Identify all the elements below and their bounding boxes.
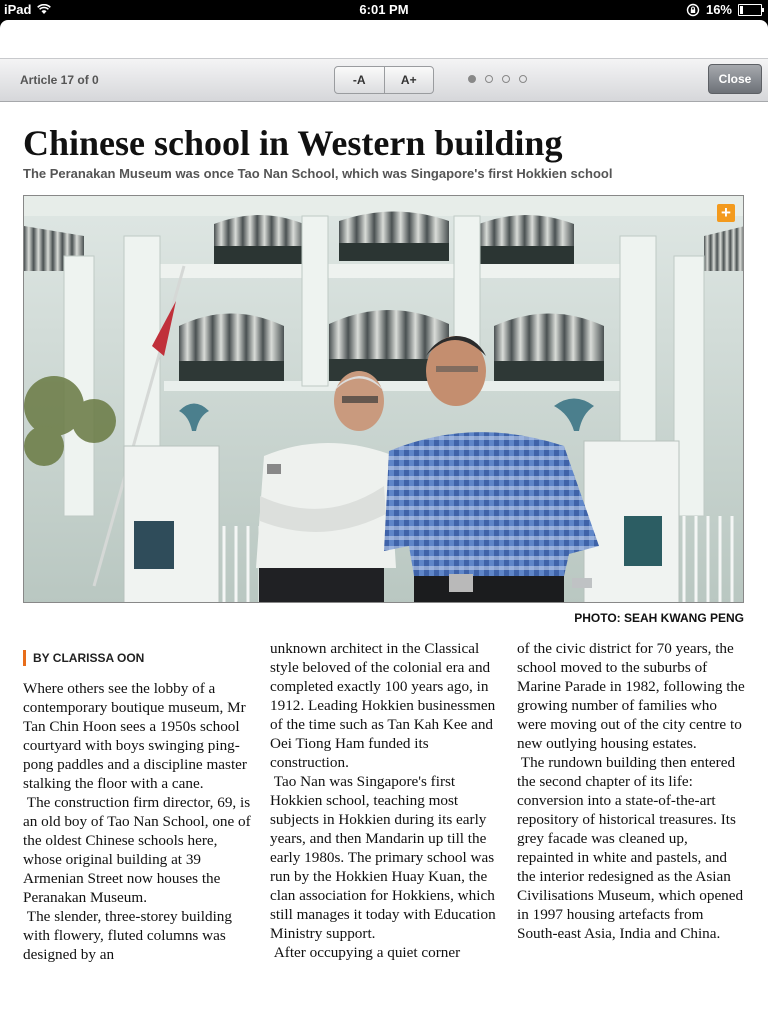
article-headline: Chinese school in Western building — [23, 123, 563, 163]
article-photo[interactable]: + — [23, 195, 744, 603]
paragraph: Where others see the lobby of a contempo… — [23, 680, 247, 792]
paragraph: The construction firm director, 69, is a… — [23, 794, 251, 906]
paragraph: of the civic district for 70 years, the … — [517, 640, 745, 752]
font-size-control: -A A+ — [334, 66, 434, 94]
page-dot[interactable] — [519, 75, 527, 83]
status-bar: iPad 6:01 PM 16% — [0, 0, 768, 20]
rotation-lock-icon — [686, 3, 700, 16]
decrease-font-button[interactable]: -A — [335, 67, 384, 93]
paragraph: The slender, three-storey building with … — [23, 908, 232, 963]
reader-sheet: Article 17 of 0 -A A+ Close Chinese scho… — [0, 20, 768, 1024]
article-column-1: Where others see the lobby of a contempo… — [23, 679, 251, 964]
byline: BY CLARISSA OON — [23, 650, 144, 666]
increase-font-button[interactable]: A+ — [383, 67, 434, 93]
page-dot[interactable] — [468, 75, 476, 83]
article-subheadline: The Peranakan Museum was once Tao Nan Sc… — [23, 166, 613, 181]
expand-photo-icon[interactable]: + — [717, 204, 735, 222]
page-dot[interactable] — [502, 75, 510, 83]
paragraph: The rundown building then entered the se… — [517, 754, 744, 942]
paragraph: unknown architect in the Classical style… — [270, 640, 496, 771]
photo-credit: PHOTO: SEAH KWANG PENG — [574, 611, 744, 625]
paragraph: After occupying a quiet corner — [270, 944, 461, 961]
article-counter: Article 17 of 0 — [20, 73, 99, 87]
page-dot[interactable] — [485, 75, 493, 83]
battery-icon — [738, 3, 764, 16]
close-button[interactable]: Close — [708, 64, 762, 94]
article-toolbar: Article 17 of 0 -A A+ Close — [0, 58, 768, 102]
paragraph: Tao Nan was Singapore's first Hokkien sc… — [270, 773, 496, 942]
clock: 6:01 PM — [359, 2, 409, 17]
page-indicator[interactable] — [468, 75, 527, 83]
photo-illustration — [24, 196, 743, 602]
article-column-3: of the civic district for 70 years, the … — [517, 639, 745, 943]
article-column-2: unknown architect in the Classical style… — [270, 639, 498, 962]
battery-percent: 16% — [705, 2, 732, 17]
